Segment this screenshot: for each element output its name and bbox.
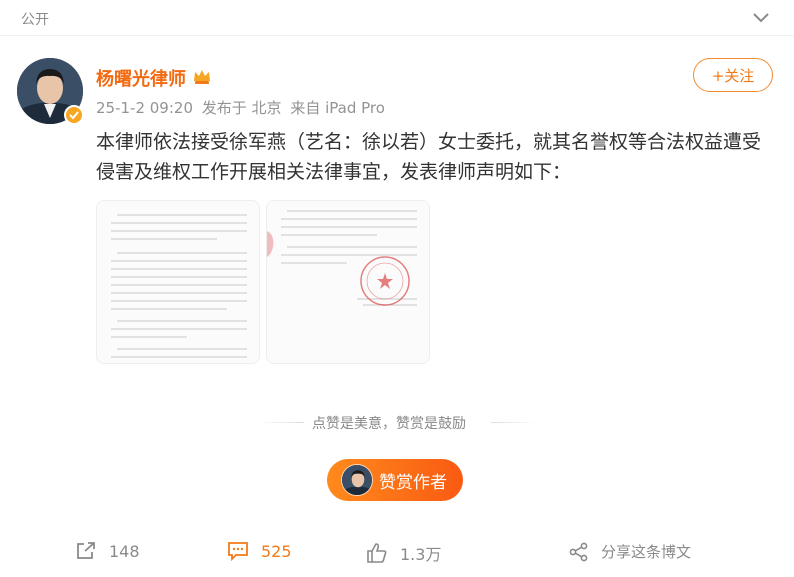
post-meta: 25-1-2 09:20 发布于 北京 来自 iPad Pro <box>96 97 389 118</box>
thumbs-up-icon <box>367 543 387 563</box>
post-time[interactable]: 25-1-2 09:20 <box>96 99 193 117</box>
divider-left <box>258 422 304 423</box>
share-icon <box>569 542 588 561</box>
visibility-bar: 公开 <box>0 0 794 36</box>
repost-button[interactable]: 148 <box>75 541 140 561</box>
repost-count: 148 <box>109 541 140 561</box>
verified-badge-icon <box>64 105 84 125</box>
crown-icon <box>194 70 210 84</box>
document-page-1-icon <box>111 214 247 358</box>
document-image-1[interactable] <box>96 200 260 364</box>
repost-icon <box>77 542 95 559</box>
reward-author-button[interactable]: 赞赏作者 <box>327 459 463 501</box>
reward-tip: 点赞是美意，赞赏是鼓励 <box>312 416 466 432</box>
visibility-label: 公开 <box>21 12 49 28</box>
like-button[interactable]: 1.3万 <box>366 541 441 565</box>
share-button[interactable]: 分享这条博文 <box>569 541 691 562</box>
reward-avatar <box>341 464 373 496</box>
follow-button[interactable]: +关注 <box>693 58 773 92</box>
post-source: 来自 iPad Pro <box>290 99 385 117</box>
document-image-2[interactable] <box>266 200 430 364</box>
share-label: 分享这条博文 <box>601 543 692 561</box>
divider-right <box>491 422 537 423</box>
post-location: 发布于 北京 <box>201 99 282 117</box>
post-content: 本律师依法接受徐军燕（艺名：徐以若）女士委托，就其名誉权等合法权益遭受侵害及维权… <box>96 131 762 183</box>
comment-button[interactable]: 525 <box>227 541 292 561</box>
comment-count: 525 <box>261 541 292 561</box>
action-bar: 148 525 1.3万 分享这条博文 <box>0 535 794 571</box>
document-page-2-with-seal-icon <box>267 210 417 306</box>
chevron-down-icon[interactable] <box>752 10 770 24</box>
reward-label: 赞赏作者 <box>379 472 447 493</box>
like-count: 1.3万 <box>400 545 442 564</box>
author-name[interactable]: 杨曙光律师 <box>96 65 186 91</box>
comment-icon <box>228 542 248 561</box>
